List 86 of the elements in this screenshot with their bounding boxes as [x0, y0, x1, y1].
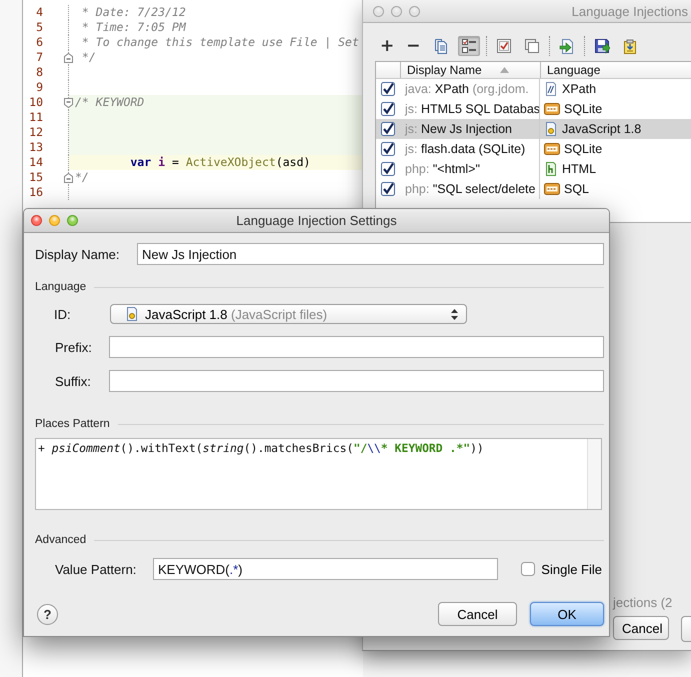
help-button[interactable]: ?	[37, 604, 58, 624]
cancel-button[interactable]: Cancel	[438, 602, 517, 626]
code-line: */	[74, 170, 90, 185]
language-dropdown[interactable]: JavaScript 1.8 (JavaScript files)	[110, 304, 467, 324]
line-number: 13	[28, 140, 43, 155]
dialog-title: Language Injection Settings	[235, 213, 398, 228]
input-field[interactable]: KEYWORD(.*)	[153, 558, 498, 580]
field-label: Value Pattern:	[55, 562, 138, 576]
checklist-icon	[460, 38, 476, 54]
table-cell: SQLite	[564, 102, 602, 116]
database-icon	[544, 142, 560, 156]
line-number: 12	[28, 125, 43, 140]
line-number: 7	[35, 50, 43, 65]
code-line: * To change this template use File | Set	[80, 35, 360, 50]
ok-button[interactable]: OK	[530, 602, 604, 626]
section-heading: Advanced	[35, 534, 86, 546]
field-label: Suffix:	[55, 374, 92, 388]
table-cell: JavaScript 1.8	[562, 122, 642, 136]
remove-button[interactable]: −	[403, 36, 424, 56]
input-field[interactable]: New Js Injection	[137, 243, 604, 265]
database-icon	[544, 102, 560, 116]
fold-marker-icon[interactable]	[64, 98, 73, 108]
sort-arrow-icon	[500, 67, 509, 73]
cancel-button[interactable]: Cancel	[613, 616, 669, 640]
line-number: 10	[28, 95, 43, 110]
window-title: Language Injections	[572, 4, 688, 18]
copy-icon	[432, 38, 448, 54]
checkbox[interactable]	[381, 122, 395, 136]
checklist-button[interactable]	[458, 36, 480, 56]
checkbox[interactable]	[381, 82, 395, 96]
table-cell: XPath	[562, 82, 596, 96]
single-file-checkbox[interactable]: Single File	[521, 562, 602, 576]
table-cell-text: php: "SQL select/delete	[404, 182, 536, 196]
checkbox[interactable]	[381, 162, 395, 176]
line-number: 9	[35, 80, 43, 95]
database-icon	[544, 182, 560, 196]
code-line: * Date: 7/23/12	[80, 5, 187, 20]
fold-marker-icon[interactable]	[64, 53, 73, 63]
status-text: jections (2	[613, 595, 674, 610]
stacked-boxes-icon	[524, 38, 540, 54]
checkbox[interactable]	[381, 182, 395, 196]
input-field[interactable]	[109, 370, 604, 392]
table-row[interactable]: php: "<html>" HTML	[376, 159, 691, 179]
checkbox[interactable]	[381, 102, 395, 116]
code-line: * Time: 7:05 PM	[80, 20, 187, 35]
line-number: 8	[35, 65, 43, 80]
line-number: 15	[28, 170, 43, 185]
checkbox[interactable]	[381, 142, 395, 156]
line-number: 4	[35, 5, 43, 20]
tick-square-icon	[496, 38, 512, 54]
code-line: */	[80, 50, 97, 65]
column-header[interactable]: Language	[540, 62, 600, 78]
field-label: Display Name:	[35, 246, 120, 262]
table-row[interactable]: js: New Js Injection JavaScript 1.8	[376, 119, 691, 139]
checkbox[interactable]	[521, 562, 536, 576]
line-number: 16	[28, 185, 43, 200]
close-button[interactable]	[31, 215, 42, 226]
table-cell: SQL	[564, 182, 590, 196]
script-file-icon	[125, 307, 139, 321]
table-cell-text: java: XPath (org.jdom.	[404, 82, 530, 96]
html-file-icon	[544, 162, 558, 176]
line-number: 5	[35, 20, 43, 35]
line-number: 11	[28, 110, 43, 125]
document-arrow-icon	[558, 38, 574, 54]
add-button[interactable]: +	[377, 36, 398, 56]
section-heading: Language	[35, 281, 86, 293]
section-heading: Places Pattern	[35, 418, 110, 430]
column-header[interactable]: Display Name	[400, 62, 540, 78]
table-cell: HTML	[562, 162, 596, 176]
document-slashes-icon	[544, 82, 558, 96]
fold-marker-icon[interactable]	[64, 173, 73, 183]
dropdown-arrows-icon	[451, 308, 458, 320]
table-cell: SQLite	[564, 142, 602, 156]
field-label: ID:	[54, 306, 72, 322]
field-label: Prefix:	[55, 340, 93, 354]
table-cell-text: js: New Js Injection	[404, 122, 513, 136]
script-file-icon	[544, 122, 558, 136]
line-number: 6	[35, 35, 43, 50]
input-field[interactable]	[109, 336, 604, 358]
table-row[interactable]: java: XPath (org.jdom. XPath	[376, 79, 691, 99]
partial-button[interactable]	[681, 616, 691, 642]
table-cell-text: js: flash.data (SQLite)	[404, 142, 526, 156]
table-row[interactable]: php: "SQL select/delete SQL	[376, 179, 691, 199]
line-number: 14	[28, 155, 43, 170]
table-cell-text: php: "<html>"	[404, 162, 481, 176]
table-row[interactable]: js: flash.data (SQLite) SQLite	[376, 139, 691, 159]
